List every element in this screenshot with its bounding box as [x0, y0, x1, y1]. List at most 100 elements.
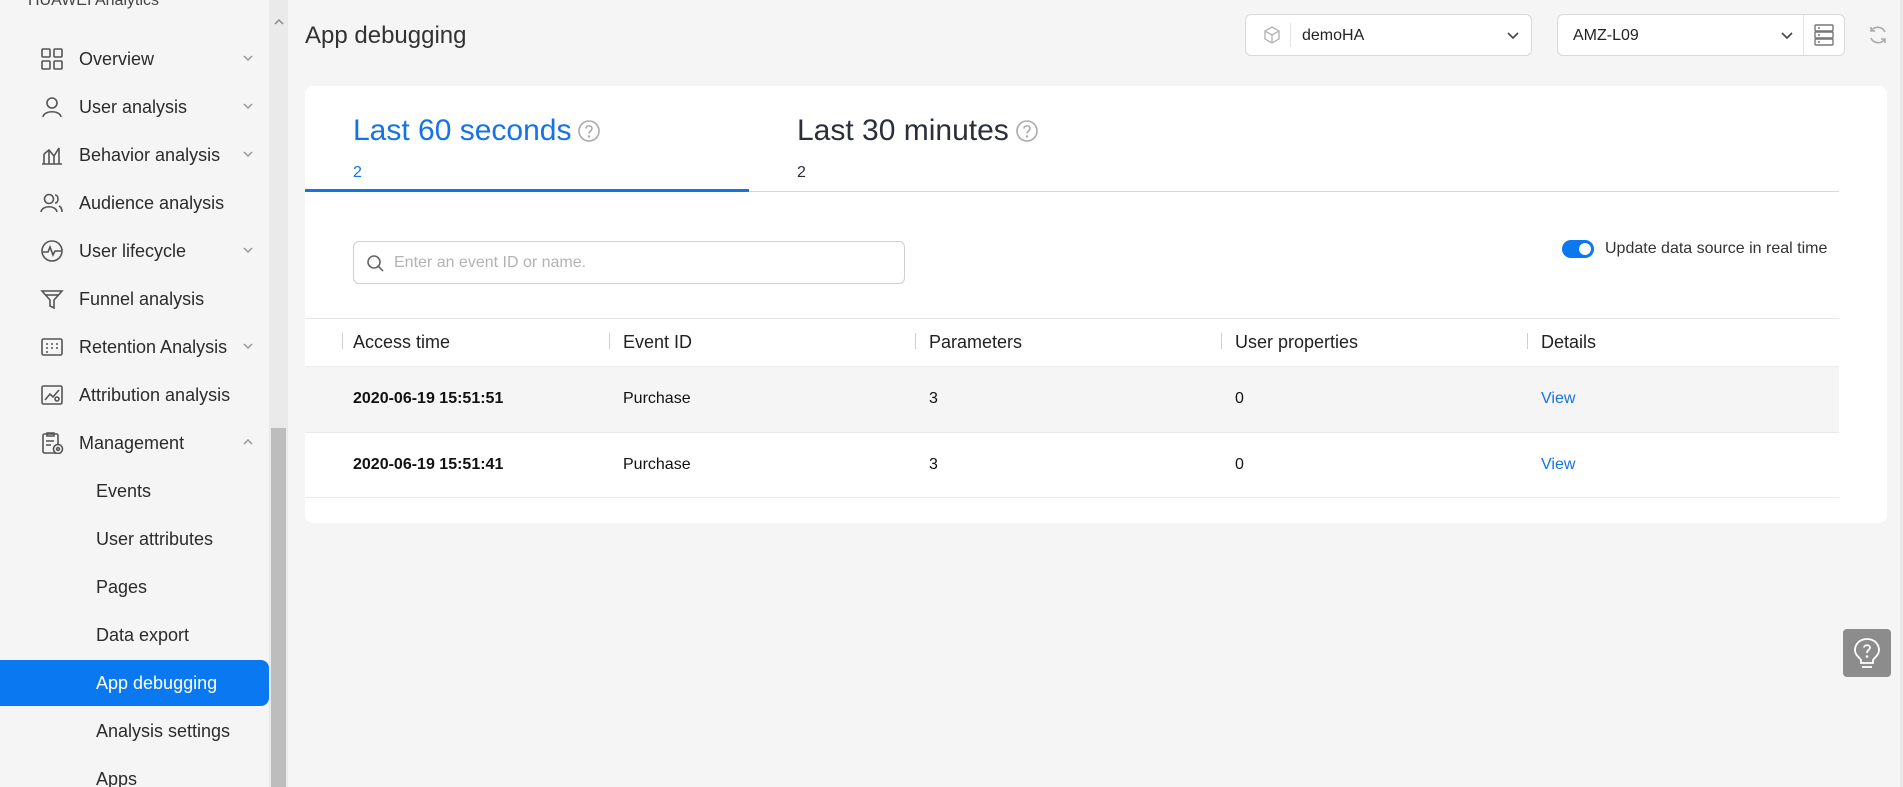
sidebar-scrollbar-thumb[interactable] — [271, 428, 286, 787]
device-list-button[interactable] — [1803, 15, 1844, 55]
page-title: App debugging — [305, 22, 467, 49]
refresh-icon[interactable] — [1867, 24, 1889, 46]
chevron-down-icon — [1781, 32, 1793, 40]
active-tab-indicator — [305, 189, 749, 192]
sidebar-item-management[interactable]: Management — [0, 419, 269, 467]
column-header-user-properties[interactable]: User properties — [1235, 332, 1358, 353]
sidebar-item-label: Attribution analysis — [79, 384, 231, 405]
users-icon — [40, 193, 63, 213]
cell-access-time: 2020-06-19 15:51:51 — [353, 390, 504, 407]
user-icon — [42, 97, 62, 118]
sidebar-subitem-app-debugging[interactable]: App debugging — [0, 660, 269, 706]
cube-icon — [1264, 26, 1280, 44]
grid-icon — [41, 48, 63, 70]
view-details-link[interactable]: View — [1541, 456, 1575, 474]
sidebar-item-overview[interactable]: Overview — [0, 35, 269, 83]
sidebar-subitem-user-attributes[interactable]: User attributes — [0, 515, 269, 563]
sidebar-nav: HUAWEI Analytics Overview User analysis … — [0, 0, 269, 787]
table-header: Access time Event ID Parameters User pro… — [305, 318, 1839, 367]
pulse-icon — [41, 240, 63, 262]
realtime-toggle-label: Update data source in real time — [1605, 240, 1828, 257]
lightbulb-question-icon — [1854, 638, 1880, 668]
chevron-down-icon — [243, 55, 253, 62]
chevron-down-icon — [243, 343, 253, 350]
sidebar-item-label: User lifecycle — [79, 240, 187, 261]
tab-last-30-minutes[interactable]: Last 30 minutes 2 — [797, 114, 1039, 182]
debug-panel: Last 60 seconds 2 Last 30 minutes 2 Upda… — [305, 86, 1887, 523]
tab-count: 2 — [353, 164, 362, 181]
sidebar-subitem-label: Analysis settings — [96, 720, 231, 741]
tab-last-60-seconds[interactable]: Last 60 seconds 2 — [353, 114, 601, 182]
cell-event-id: Purchase — [623, 390, 691, 407]
select-divider — [1290, 23, 1291, 47]
sidebar-item-label: Behavior analysis — [79, 144, 221, 165]
cell-parameters: 3 — [929, 456, 938, 473]
sidebar-item-label: Funnel analysis — [79, 288, 205, 309]
sidebar-subitem-data-export[interactable]: Data export — [0, 611, 269, 659]
cell-event-id: Purchase — [623, 456, 691, 473]
cell-parameters: 3 — [929, 390, 938, 407]
help-circle-icon[interactable] — [577, 119, 601, 143]
sidebar-item-attribution-analysis[interactable]: Attribution analysis — [0, 371, 269, 419]
tab-label: Last 30 minutes — [797, 114, 1009, 147]
sidebar-item-label: User analysis — [79, 96, 188, 117]
column-header-parameters[interactable]: Parameters — [929, 332, 1022, 353]
sidebar-subitem-label: Apps — [96, 768, 138, 787]
chevron-down-icon — [243, 247, 253, 254]
sidebar-subitem-events[interactable]: Events — [0, 467, 269, 515]
device-select[interactable]: AMZ-L09 — [1557, 14, 1845, 56]
chevron-down-icon — [243, 151, 253, 158]
tab-label: Last 60 seconds — [353, 114, 572, 147]
app-select[interactable]: demoHA — [1245, 14, 1532, 56]
column-separator — [915, 333, 916, 349]
column-separator — [609, 333, 610, 349]
cell-user-properties: 0 — [1235, 456, 1244, 473]
table-bottom-border — [305, 497, 1839, 498]
table-row[interactable]: 2020-06-19 15:51:51 Purchase 3 0 View — [305, 366, 1839, 432]
sidebar-item-funnel-analysis[interactable]: Funnel analysis — [0, 275, 269, 323]
sidebar-subitem-label: Events — [96, 480, 152, 501]
help-float-button[interactable] — [1843, 629, 1891, 677]
calendar-grid-icon — [41, 338, 63, 356]
sidebar-item-behavior-analysis[interactable]: Behavior analysis — [0, 131, 269, 179]
sidebar-subitem-label: User attributes — [96, 528, 214, 549]
sidebar-item-label: Retention Analysis — [79, 336, 228, 357]
sidebar-subitem-pages[interactable]: Pages — [0, 563, 269, 611]
brand-name: HUAWEI Analytics — [28, 0, 159, 9]
event-search-box[interactable] — [353, 241, 905, 284]
bar-chart-icon — [42, 147, 62, 165]
search-icon — [367, 255, 384, 272]
column-separator — [342, 333, 343, 349]
clipboard-settings-icon — [42, 432, 64, 454]
app-select-value: demoHA — [1302, 27, 1365, 44]
sidebar-item-label: Audience analysis — [79, 192, 225, 213]
sidebar-item-label: Overview — [79, 48, 155, 69]
sidebar-item-label: Management — [79, 432, 185, 453]
sidebar-subitem-label: App debugging — [96, 672, 218, 693]
chevron-up-icon — [243, 438, 253, 445]
tab-count: 2 — [797, 164, 806, 181]
trend-image-icon — [41, 385, 63, 405]
cell-access-time: 2020-06-19 15:51:41 — [353, 456, 504, 473]
column-header-details[interactable]: Details — [1541, 332, 1596, 353]
sidebar-item-retention-analysis[interactable]: Retention Analysis — [0, 323, 269, 371]
sidebar-subitem-apps[interactable]: Apps — [0, 755, 269, 787]
sidebar-subitem-analysis-settings[interactable]: Analysis settings — [0, 707, 269, 755]
column-separator — [1527, 333, 1528, 349]
column-separator — [1221, 333, 1222, 349]
list-icon — [1814, 24, 1834, 46]
search-input[interactable] — [392, 250, 896, 276]
realtime-toggle[interactable] — [1562, 240, 1594, 258]
scroll-up-arrow-icon[interactable] — [273, 18, 285, 26]
cell-user-properties: 0 — [1235, 390, 1244, 407]
device-select-value: AMZ-L09 — [1573, 27, 1639, 44]
table-row[interactable]: 2020-06-19 15:51:41 Purchase 3 0 View — [305, 432, 1839, 498]
sidebar-item-user-analysis[interactable]: User analysis — [0, 83, 269, 131]
sidebar-item-audience-analysis[interactable]: Audience analysis — [0, 179, 269, 227]
column-header-access-time[interactable]: Access time — [353, 332, 450, 353]
column-header-event-id[interactable]: Event ID — [623, 332, 692, 353]
chevron-down-icon — [243, 103, 253, 110]
sidebar-item-user-lifecycle[interactable]: User lifecycle — [0, 227, 269, 275]
help-circle-icon[interactable] — [1015, 119, 1039, 143]
view-details-link[interactable]: View — [1541, 390, 1575, 408]
